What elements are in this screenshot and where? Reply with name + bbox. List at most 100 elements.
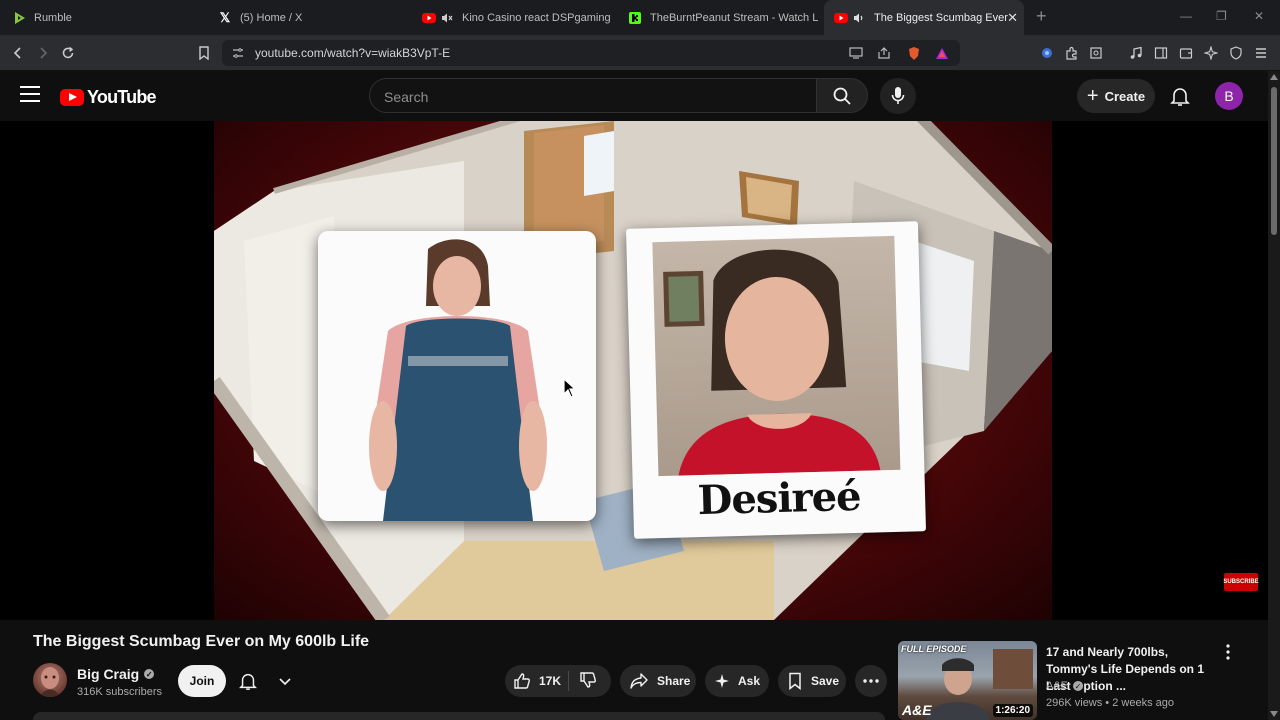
video-player[interactable]: Desireé SUBSCRIBE [0, 121, 1268, 620]
microphone-icon [891, 87, 905, 104]
share-page-icon[interactable] [874, 43, 894, 63]
tab-title: Kino Casino react DSPgamings W [462, 11, 610, 24]
url-text: youtube.com/watch?v=wiakB3VpT-E [255, 46, 451, 60]
bookmark-icon[interactable] [194, 43, 214, 63]
new-tab-button[interactable]: + [1036, 6, 1047, 27]
tab-title: Rumble [34, 11, 72, 24]
tab-kino-casino[interactable]: Kino Casino react DSPgamings W [420, 0, 610, 35]
recommendation-channel[interactable]: A&E ✓ [1046, 680, 1084, 692]
search-button[interactable] [816, 78, 868, 113]
account-avatar[interactable]: B [1215, 82, 1243, 110]
tab-burntpeanut[interactable]: TheBurntPeanut Stream - Watch Live [624, 0, 818, 35]
thumbs-down-icon [580, 671, 596, 688]
plus-icon: + [1086, 85, 1099, 107]
brave-shield-icon[interactable] [904, 43, 924, 63]
channel-name-text: Big Craig [77, 666, 140, 682]
browser-tab-strip: Rumble 𝕏 (5) Home / X Kino Casino react … [0, 0, 1280, 35]
channel-name[interactable]: Big Craig ✓ [77, 666, 155, 682]
bell-icon [1170, 88, 1190, 106]
site-settings-icon[interactable] [228, 43, 248, 63]
sparkle-icon [715, 674, 729, 688]
muted-speaker-icon[interactable] [440, 11, 454, 25]
bookmark-icon [789, 672, 801, 690]
back-icon[interactable] [8, 43, 28, 63]
create-button[interactable]: + Create [1077, 79, 1155, 113]
mouse-cursor-icon [563, 378, 577, 398]
person-figure [369, 239, 547, 521]
scroll-thumb[interactable] [1271, 87, 1277, 235]
voice-search-button[interactable] [880, 78, 916, 114]
search-placeholder: Search [384, 89, 429, 105]
bell-icon [238, 673, 258, 690]
tab-title: (5) Home / X [240, 11, 303, 24]
network-logo: A&E [902, 702, 932, 718]
scroll-down-icon[interactable] [1270, 711, 1278, 717]
leo-ai-icon[interactable] [1201, 43, 1221, 63]
recommendation-menu-icon[interactable] [1224, 644, 1232, 660]
portrait-photo [652, 235, 901, 477]
rumble-icon [12, 11, 26, 25]
brave-vpn-shield-icon[interactable] [1226, 43, 1246, 63]
reload-icon[interactable] [58, 43, 78, 63]
portrait-caption: Desireé [697, 472, 862, 525]
maximize-button[interactable]: ❐ [1216, 9, 1227, 23]
join-button[interactable]: Join [178, 665, 226, 697]
like-button[interactable]: 17K [505, 671, 569, 691]
forward-icon[interactable] [33, 43, 53, 63]
brave-rewards-icon[interactable] [932, 43, 952, 63]
subscription-notifications-button[interactable] [238, 666, 292, 696]
dislike-button[interactable] [569, 671, 597, 692]
extensions-icon[interactable] [1062, 43, 1082, 63]
browser-menu-icon[interactable] [1251, 43, 1271, 63]
description-box[interactable] [33, 712, 885, 720]
more-actions-button[interactable] [855, 665, 887, 697]
ask-button[interactable]: Ask [705, 665, 769, 697]
tab-active-youtube[interactable]: The Biggest Scumbag Ever on ✕ [824, 0, 1024, 35]
address-bar[interactable]: youtube.com/watch?v=wiakB3VpT-E [222, 40, 960, 66]
more-horizontal-icon [863, 679, 879, 683]
youtube-icon [834, 11, 848, 25]
subscribe-watermark[interactable]: SUBSCRIBE [1223, 573, 1259, 591]
youtube-logo[interactable]: YouTube [60, 87, 157, 108]
like-count: 17K [539, 674, 562, 688]
video-frame: Desireé [214, 121, 1052, 620]
media-icon[interactable] [1126, 43, 1146, 63]
save-button[interactable]: Save [778, 665, 846, 697]
like-dislike-group: 17K [505, 665, 611, 697]
scroll-up-icon[interactable] [1270, 74, 1278, 80]
minimize-button[interactable]: — [1180, 9, 1192, 23]
sidebar-icon[interactable] [1151, 43, 1171, 63]
speaker-icon[interactable] [852, 11, 866, 25]
page-scrollbar[interactable] [1268, 71, 1280, 720]
tab-rumble[interactable]: Rumble [8, 0, 208, 35]
recommendation-channel-name: A&E [1046, 680, 1069, 692]
video-title: The Biggest Scumbag Ever on My 600lb Lif… [33, 633, 370, 650]
youtube-play-icon [60, 89, 84, 106]
tab-x-home[interactable]: 𝕏 (5) Home / X [214, 0, 412, 35]
vpn-icon[interactable] [1037, 43, 1057, 63]
channel-avatar[interactable] [33, 663, 67, 697]
wallet-icon[interactable] [1176, 43, 1196, 63]
share-icon [630, 673, 648, 689]
save-label: Save [811, 674, 840, 688]
guide-menu-icon[interactable] [20, 86, 40, 102]
close-tab-icon[interactable]: ✕ [1007, 10, 1018, 26]
verified-icon: ✓ [144, 669, 155, 679]
share-button[interactable]: Share [620, 665, 696, 697]
recommendation-thumbnail[interactable]: FULL EPISODE A&E 1:26:20 [898, 641, 1037, 720]
chevron-down-icon [279, 678, 291, 686]
search-icon [833, 87, 851, 105]
recommendation-meta: 296K views • 2 weeks ago [1046, 697, 1174, 709]
youtube-header: YouTube Search + Create B [0, 71, 1268, 121]
notifications-button[interactable] [1169, 85, 1191, 112]
tab-title: TheBurntPeanut Stream - Watch Live [650, 11, 818, 24]
close-window-button[interactable]: ✕ [1254, 9, 1264, 23]
thumbs-up-icon [514, 673, 530, 689]
x-icon: 𝕏 [219, 9, 231, 25]
youtube-icon [422, 11, 436, 25]
cast-icon[interactable] [846, 43, 866, 63]
reading-list-icon[interactable] [1086, 43, 1106, 63]
subscriber-count: 316K subscribers [77, 686, 162, 698]
search-input[interactable]: Search [369, 78, 816, 113]
share-label: Share [657, 674, 691, 688]
